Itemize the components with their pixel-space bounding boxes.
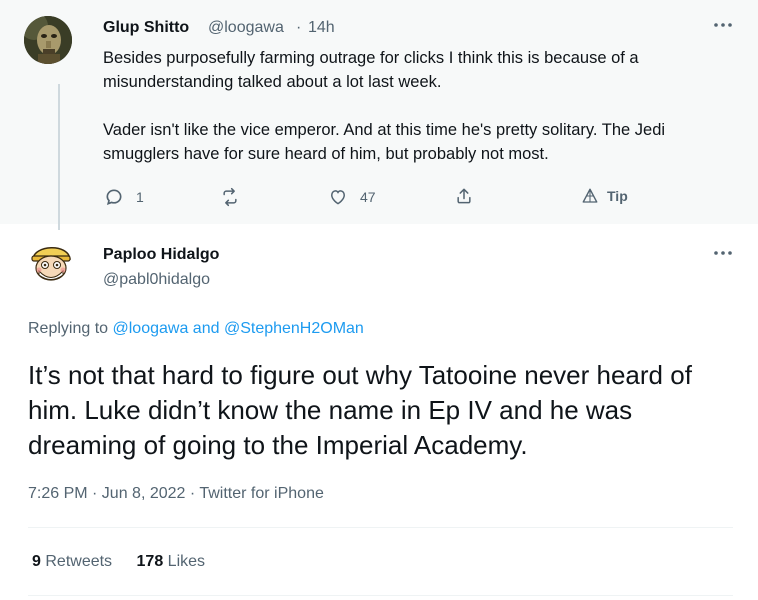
reply-count: 1 [136, 189, 144, 205]
main-tweet-text: It’s not that hard to figure out why Tat… [28, 360, 692, 460]
main-author-handle[interactable]: @pabl0hidalgo [103, 271, 210, 289]
reply-action[interactable]: 1 [104, 187, 144, 207]
tip-label: Tip [607, 188, 628, 204]
tweet-timestamp[interactable]: 7:26 PM · Jun 8, 2022 · Twitter for iPho… [28, 485, 324, 503]
replying-user-1[interactable]: @loogawa [113, 320, 189, 337]
parent-author-name[interactable]: Glup Shitto [103, 19, 189, 37]
divider-bottom [28, 595, 733, 596]
replying-user-2[interactable]: @StephenH2OMan [224, 320, 364, 337]
likes-stat[interactable]: 178 Likes [137, 553, 206, 570]
more-icon [714, 251, 732, 255]
replying-and: and [192, 320, 220, 337]
cartoon-avatar-icon [26, 237, 76, 287]
retweets-stat[interactable]: 9 Retweets [32, 553, 112, 570]
parent-paragraph-1: Besides purposefully farming outrage for… [103, 49, 639, 91]
thread-connector-line [58, 84, 60, 230]
share-icon [457, 188, 471, 204]
figure-avatar-icon [24, 16, 72, 64]
parent-paragraph-2: Vader isn't like the vice emperor. And a… [103, 121, 666, 163]
like-action[interactable]: 47 [328, 187, 376, 207]
retweets-count: 9 [32, 553, 41, 570]
like-count: 47 [360, 189, 376, 205]
parent-author-handle[interactable]: @loogawa [208, 19, 284, 37]
parent-time-ago[interactable]: 14h [308, 19, 335, 37]
tip-icon [582, 188, 598, 203]
main-author-name[interactable]: Paploo Hidalgo [103, 246, 219, 264]
parent-more-icon[interactable] [712, 18, 734, 36]
divider-top [28, 527, 733, 528]
parent-tweet-body: Besides purposefully farming outrage for… [103, 46, 733, 166]
reply-icon [106, 189, 122, 206]
tip-action[interactable]: Tip [581, 187, 628, 205]
retweet-icon [223, 187, 237, 207]
likes-count: 178 [136, 553, 164, 570]
likes-label: Likes [167, 553, 206, 570]
avatar-glup-shitto[interactable] [24, 16, 72, 64]
more-icon [714, 23, 732, 27]
replying-prefix: Replying to [28, 320, 109, 337]
main-more-icon[interactable] [712, 246, 734, 264]
heart-icon [330, 190, 346, 205]
handle-time-separator: · [296, 19, 302, 36]
avatar-paploo-hidalgo[interactable] [26, 237, 76, 287]
retweet-action[interactable] [220, 187, 240, 207]
tweet-stats: 9 Retweets 178 Likes [32, 553, 205, 571]
share-action[interactable] [454, 186, 474, 206]
replying-to-line: Replying to @loogawa and @StephenH2OMan [28, 320, 364, 338]
retweets-label: Retweets [45, 553, 113, 570]
